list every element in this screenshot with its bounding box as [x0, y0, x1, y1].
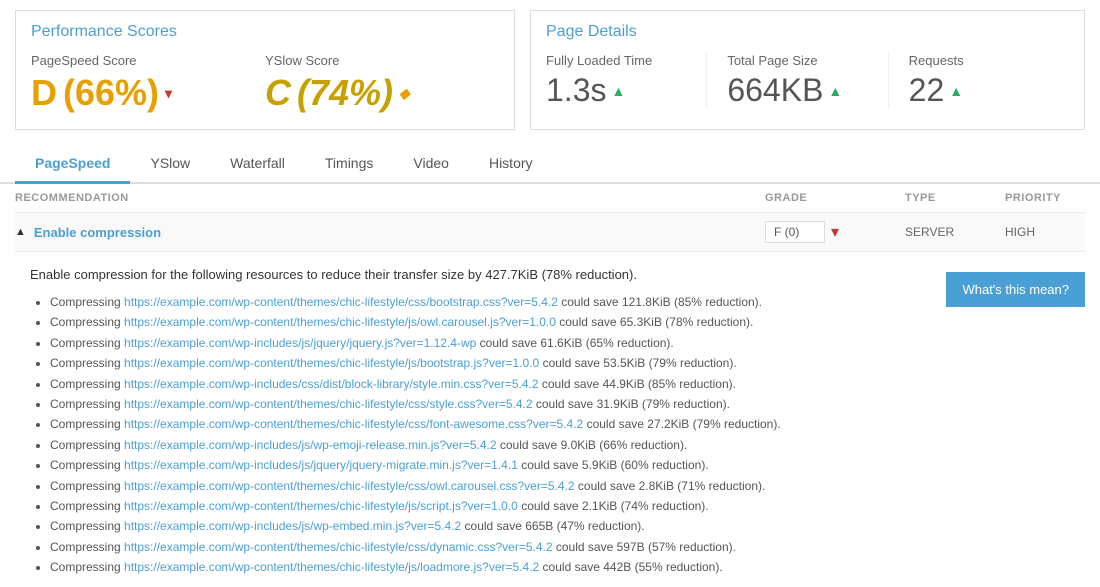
resource-link[interactable]: https://example.com/wp-includes/js/wp-em… — [124, 438, 497, 452]
intro-text: Enable compression for the following res… — [30, 267, 926, 282]
list-item: Compressing https://example.com/wp-conte… — [50, 353, 926, 373]
tab-waterfall[interactable]: Waterfall — [210, 145, 305, 184]
list-item: Compressing https://example.com/wp-inclu… — [50, 516, 926, 536]
fully-loaded-value: 1.3s ▲ — [546, 72, 686, 109]
list-item: Compressing https://example.com/wp-conte… — [50, 476, 926, 496]
yslow-score-label: YSlow Score — [265, 53, 479, 68]
resource-link[interactable]: https://example.com/wp-includes/js/jquer… — [124, 336, 476, 350]
yslow-score-value: C (74%) ◆ — [265, 72, 479, 114]
fully-loaded-label: Fully Loaded Time — [546, 53, 686, 68]
pagespeed-letter: D — [31, 72, 57, 114]
requests-number: 22 — [909, 72, 945, 109]
total-size-value: 664KB ▲ — [727, 72, 867, 109]
tab-history[interactable]: History — [469, 145, 553, 184]
total-size-label: Total Page Size — [727, 53, 867, 68]
grade-arrow: ▾ — [831, 222, 839, 242]
page-details-panel: Page Details Fully Loaded Time 1.3s ▲ To… — [530, 10, 1085, 130]
recommendation-row: ▲ Enable compression F (0) ▾ SERVER HIGH — [15, 213, 1085, 252]
resource-link[interactable]: https://example.com/wp-content/themes/ch… — [124, 417, 583, 431]
list-item: Compressing https://example.com/wp-conte… — [50, 557, 926, 577]
total-size-arrow: ▲ — [828, 83, 842, 99]
whats-this-button[interactable]: What's this mean? — [946, 272, 1085, 307]
table-header: RECOMMENDATION GRADE TYPE PRIORITY — [15, 184, 1085, 213]
list-item: Compressing https://example.com/wp-conte… — [50, 292, 926, 312]
fully-loaded-item: Fully Loaded Time 1.3s ▲ — [546, 53, 707, 109]
list-item: Compressing https://example.com/wp-inclu… — [50, 374, 926, 394]
pagespeed-arrow[interactable]: ▾ — [165, 85, 172, 102]
tab-timings[interactable]: Timings — [305, 145, 394, 184]
header-grade: GRADE — [765, 192, 905, 204]
tabs-nav: PageSpeed YSlow Waterfall Timings Video … — [0, 145, 1100, 184]
detail-content: Enable compression for the following res… — [15, 252, 1085, 587]
pagespeed-score-label: PageSpeed Score — [31, 53, 245, 68]
rec-title-text: Enable compression — [34, 225, 161, 240]
yslow-score-item: YSlow Score C (74%) ◆ — [265, 53, 499, 114]
yslow-arrow[interactable]: ◆ — [399, 85, 410, 102]
resource-link[interactable]: https://example.com/wp-includes/js/wp-em… — [124, 519, 461, 533]
whats-this-section: What's this mean? — [946, 267, 1085, 577]
pagespeed-score-value: D (66%) ▾ — [31, 72, 245, 114]
fully-loaded-arrow: ▲ — [611, 83, 625, 99]
tab-yslow[interactable]: YSlow — [130, 145, 210, 184]
type-cell: SERVER — [905, 225, 1005, 239]
tab-pagespeed[interactable]: PageSpeed — [15, 145, 130, 184]
list-item: Compressing https://example.com/wp-inclu… — [50, 455, 926, 475]
performance-scores-panel: Performance Scores PageSpeed Score D (66… — [15, 10, 515, 130]
requests-item: Requests 22 ▲ — [909, 53, 1069, 109]
grade-value: F (0) — [765, 221, 825, 243]
pagespeed-percent: (66%) — [63, 72, 159, 114]
total-size-number: 664KB — [727, 72, 823, 109]
requests-arrow: ▲ — [949, 83, 963, 99]
resource-link[interactable]: https://example.com/wp-content/themes/ch… — [124, 295, 558, 309]
list-item: Compressing https://example.com/wp-conte… — [50, 394, 926, 414]
pagespeed-score-item: PageSpeed Score D (66%) ▾ — [31, 53, 265, 114]
list-item: Compressing https://example.com/wp-conte… — [50, 312, 926, 332]
list-item: Compressing https://example.com/wp-conte… — [50, 537, 926, 557]
list-item: Compressing https://example.com/wp-inclu… — [50, 435, 926, 455]
tab-video[interactable]: Video — [393, 145, 469, 184]
resource-link[interactable]: https://example.com/wp-content/themes/ch… — [124, 479, 575, 493]
requests-value: 22 ▲ — [909, 72, 1049, 109]
requests-label: Requests — [909, 53, 1049, 68]
header-priority: PRIORITY — [1005, 192, 1085, 204]
yslow-percent: (74%) — [297, 72, 393, 114]
resource-list: Compressing https://example.com/wp-conte… — [30, 292, 926, 577]
page-details-title: Page Details — [546, 23, 1069, 41]
fully-loaded-number: 1.3s — [546, 72, 606, 109]
header-type: TYPE — [905, 192, 1005, 204]
performance-scores-title: Performance Scores — [31, 23, 499, 41]
list-item: Compressing https://example.com/wp-conte… — [50, 414, 926, 434]
resource-link[interactable]: https://example.com/wp-content/themes/ch… — [124, 560, 539, 574]
resource-link[interactable]: https://example.com/wp-content/themes/ch… — [124, 356, 539, 370]
total-size-item: Total Page Size 664KB ▲ — [727, 53, 888, 109]
resource-link[interactable]: https://example.com/wp-includes/css/dist… — [124, 377, 539, 391]
yslow-letter: C — [265, 72, 291, 114]
header-recommendation: RECOMMENDATION — [15, 192, 765, 204]
resource-link[interactable]: https://example.com/wp-includes/js/jquer… — [124, 458, 518, 472]
list-item: Compressing https://example.com/wp-inclu… — [50, 333, 926, 353]
caret-icon: ▲ — [15, 226, 26, 238]
list-item: Compressing https://example.com/wp-conte… — [50, 496, 926, 516]
resource-link[interactable]: https://example.com/wp-content/themes/ch… — [124, 315, 556, 329]
grade-cell: F (0) ▾ — [765, 221, 905, 243]
content-section: RECOMMENDATION GRADE TYPE PRIORITY ▲ Ena… — [0, 184, 1100, 587]
detail-text-section: Enable compression for the following res… — [30, 267, 926, 577]
priority-cell: HIGH — [1005, 225, 1085, 239]
rec-title[interactable]: ▲ Enable compression — [15, 225, 765, 240]
resource-link[interactable]: https://example.com/wp-content/themes/ch… — [124, 499, 518, 513]
resource-link[interactable]: https://example.com/wp-content/themes/ch… — [124, 397, 533, 411]
